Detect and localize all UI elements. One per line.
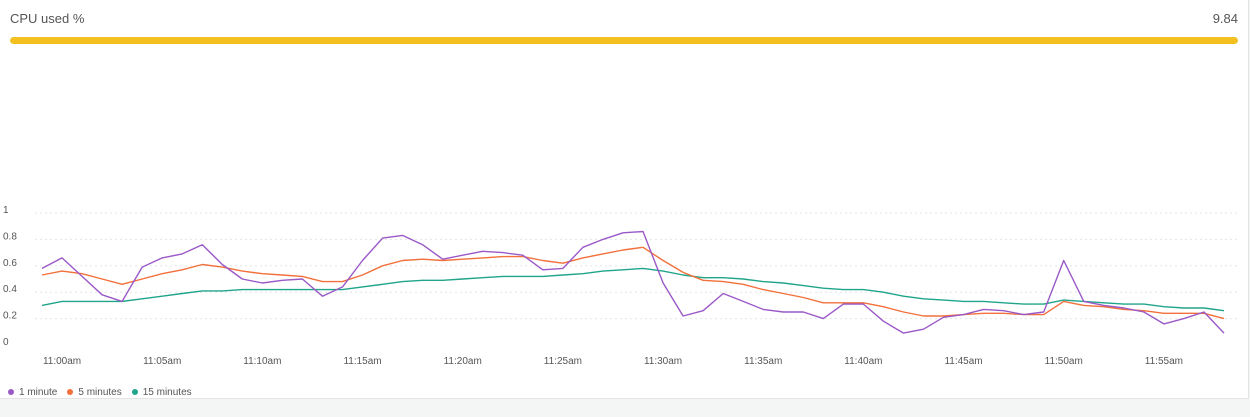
series-line-5-minutes [41,246,1225,320]
legend-dot-icon [8,389,14,395]
x-tick-label: 11:15am [343,356,381,367]
legend-item[interactable]: 5 minutes [67,385,122,399]
legend-dot-icon [131,389,138,395]
x-tick-label: 11:20am [444,356,482,367]
legend-item[interactable]: 1 minute [8,385,57,399]
legend-label: 1 minute [19,386,58,398]
x-tick-label: 11:55am [1145,356,1183,367]
x-tick-label: 11:10am [243,356,281,367]
x-tick-label: 11:05am [143,356,181,367]
legend-label: 15 minutes [142,386,192,398]
x-tick-label: 11:40am [844,356,882,367]
legend-dot-icon [67,389,74,395]
y-tick-label: 0.4 [3,284,17,295]
x-tick-label: 11:00am [43,356,81,367]
x-tick-label: 11:35am [744,356,782,367]
legend-label: 5 minutes [78,386,122,398]
series-line-1-minute [41,230,1225,334]
legend-item[interactable]: 15 minutes [131,385,192,399]
cpu-widget: CPU used % 9.84 0 0.2 0.4 0.6 0.8 1 11:00am 11… [0,0,1249,399]
x-tick-label: 11:50am [1045,356,1083,367]
y-tick-label: 0.8 [3,231,17,242]
x-tick-label: 11:30am [644,356,682,367]
x-tick-label: 11:25am [544,356,582,367]
cpu-line-chart: 0 0.2 0.4 0.6 0.8 1 11:00am 11:05am 11:10am 11:1… [3,205,1240,367]
y-tick-label: 0.6 [3,258,17,269]
y-tick-label: 1 [3,205,9,216]
chart-legend: 1 minute 5 minutes 15 minutes [8,385,192,399]
x-tick-label: 11:45am [944,356,982,367]
y-tick-label: 0.2 [3,311,17,322]
y-tick-label: 0 [3,337,9,348]
